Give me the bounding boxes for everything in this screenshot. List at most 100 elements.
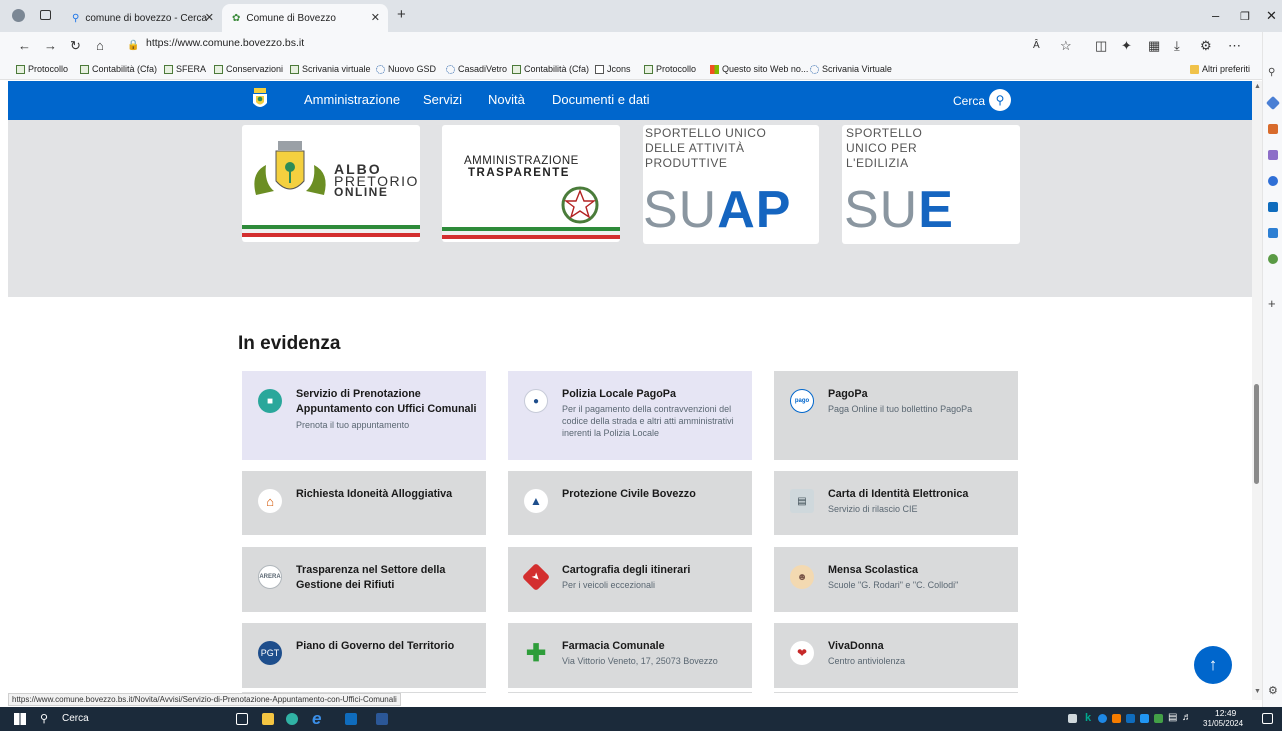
favorite-link[interactable]: SFERA: [164, 64, 206, 74]
nav-documenti[interactable]: Documenti e dati: [552, 92, 650, 107]
new-tab-button[interactable]: +: [397, 6, 406, 23]
card-pagopa[interactable]: pago PagoPa Paga Online il tuo bollettin…: [774, 371, 1018, 460]
scroll-down-arrow[interactable]: ▼: [1254, 688, 1261, 695]
sue-banner[interactable]: SPORTELLO UNICO PER L'EDILIZIA SUE: [842, 125, 1020, 244]
edge-taskbar-icon[interactable]: [286, 713, 298, 725]
favorite-star-icon[interactable]: ☆: [1060, 39, 1072, 53]
card-vivadonna[interactable]: ❤ VivaDonna Centro antiviolenza: [774, 623, 1018, 688]
favorite-link[interactable]: Contabilità (Cfa): [512, 64, 589, 74]
sidebar-app-icon[interactable]: [1265, 95, 1281, 111]
close-tab-icon[interactable]: ✕: [205, 11, 214, 24]
favorite-link[interactable]: Contabilità (Cfa): [80, 64, 157, 74]
card-cartografia[interactable]: ➤ Cartografia degli itinerari Per i veic…: [508, 547, 752, 612]
card-mensa-scolastica[interactable]: ☻ Mensa Scolastica Scuole "G. Rodari" e …: [774, 547, 1018, 612]
web-page: Amministrazione Servizi Novità Documenti…: [8, 81, 1252, 693]
card-polizia-pagopa[interactable]: ● Polizia Locale PagoPa Per il pagamento…: [508, 371, 752, 460]
collections-icon[interactable]: ▦: [1148, 39, 1160, 53]
card-prenotazione[interactable]: ■ Servizio di Prenotazione Appuntamento …: [242, 371, 486, 460]
kaspersky-icon[interactable]: k: [1085, 712, 1091, 724]
scroll-up-arrow[interactable]: ▲: [1254, 83, 1261, 90]
tab-search[interactable]: ⚲ comune di bovezzo - Cerca ✕: [62, 4, 222, 32]
favorite-link[interactable]: Questo sito Web no...: [710, 64, 808, 74]
tray-icon[interactable]: [1126, 714, 1135, 723]
sidebar-outlook-icon[interactable]: [1268, 202, 1278, 212]
notification-icon[interactable]: [1262, 713, 1273, 724]
taskbar-search-box[interactable]: Cerca: [62, 713, 89, 724]
albo-pretorio-banner[interactable]: ALBO PRETORIO ONLINE: [242, 125, 420, 242]
network-icon[interactable]: ▤: [1168, 712, 1177, 723]
sidebar-search-icon[interactable]: ⚲: [1268, 67, 1275, 78]
restore-icon[interactable]: ❐: [1240, 10, 1250, 23]
amministrazione-trasparente-banner[interactable]: AMMINISTRAZIONE TRASPARENTE: [442, 125, 620, 242]
sidebar-send-icon[interactable]: [1268, 228, 1278, 238]
tray-icon[interactable]: [1112, 714, 1121, 723]
favorite-link[interactable]: Conservazioni: [214, 64, 283, 74]
nav-novita[interactable]: Novità: [488, 92, 525, 107]
search-label[interactable]: Cerca: [953, 94, 985, 108]
outlook-taskbar-icon[interactable]: [345, 713, 357, 725]
card-partial[interactable]: [774, 692, 1018, 693]
sidebar-games-icon[interactable]: [1268, 150, 1278, 160]
other-favorites-folder[interactable]: Altri preferiti: [1190, 64, 1250, 74]
tab-comune[interactable]: ✿ Comune di Bovezzo ✕: [222, 4, 388, 32]
clock-date[interactable]: 31/05/2024: [1203, 719, 1243, 728]
favorite-link[interactable]: Scrivania virtuale: [290, 64, 371, 74]
tab-actions-icon[interactable]: [40, 10, 51, 20]
minimize-icon[interactable]: –: [1212, 8, 1219, 23]
clock-time[interactable]: 12:49: [1215, 708, 1236, 718]
nav-servizi[interactable]: Servizi: [423, 92, 462, 107]
favorite-link[interactable]: Protocollo: [644, 64, 696, 74]
sidebar-add-icon[interactable]: +: [1268, 296, 1276, 311]
close-tab-icon[interactable]: ✕: [371, 11, 380, 24]
sidebar-shopping-icon[interactable]: [1268, 124, 1278, 134]
read-aloud-icon[interactable]: Â: [1033, 39, 1040, 53]
suap-banner[interactable]: SPORTELLO UNICO DELLE ATTIVITÀ PRODUTTIV…: [643, 125, 819, 244]
sidebar-office-icon[interactable]: [1268, 176, 1278, 186]
favorite-link[interactable]: Jcons: [595, 64, 631, 74]
search-icon[interactable]: ⚲: [989, 89, 1011, 111]
file-explorer-icon[interactable]: [262, 713, 274, 725]
word-taskbar-icon[interactable]: [376, 713, 388, 725]
page-scrollbar[interactable]: ▲ ▼: [1252, 81, 1262, 700]
tray-icon[interactable]: [1140, 714, 1149, 723]
internet-explorer-icon[interactable]: e: [312, 709, 321, 729]
downloads-icon[interactable]: ⤓: [1174, 39, 1180, 53]
extensions-icon[interactable]: ⚙: [1200, 39, 1212, 53]
tray-icon[interactable]: [1154, 714, 1163, 723]
favorite-link[interactable]: Nuovo GSD: [376, 64, 436, 74]
tray-icon[interactable]: [1098, 714, 1107, 723]
favorite-link[interactable]: Protocollo: [16, 64, 68, 74]
card-farmacia[interactable]: ✚ Farmacia Comunale Via Vittorio Veneto,…: [508, 623, 752, 688]
refresh-icon[interactable]: ↻: [70, 39, 81, 53]
address-input[interactable]: https://www.comune.bovezzo.bs.it: [146, 37, 304, 49]
scrollbar-thumb[interactable]: [1254, 384, 1259, 484]
windows-start-icon[interactable]: [14, 713, 26, 725]
favorite-link[interactable]: CasadiVetro: [446, 64, 507, 74]
more-icon[interactable]: ⋯: [1228, 39, 1241, 53]
tray-app-icon[interactable]: [1068, 714, 1077, 723]
profile-icon[interactable]: [12, 9, 25, 22]
card-partial[interactable]: [508, 692, 752, 693]
card-trasparenza-rifiuti[interactable]: ARERA Trasparenza nel Settore della Gest…: [242, 547, 486, 612]
nav-amministrazione[interactable]: Amministrazione: [304, 92, 400, 107]
split-screen-icon[interactable]: ◫: [1095, 39, 1107, 53]
volume-icon[interactable]: ♬: [1182, 712, 1192, 723]
close-window-icon[interactable]: ✕: [1266, 8, 1277, 24]
forward-icon[interactable]: →: [44, 39, 57, 53]
card-pgt[interactable]: PGT Piano di Governo del Territorio: [242, 623, 486, 688]
sidebar-site-icon[interactable]: [1268, 254, 1278, 264]
pgt-icon: PGT: [258, 641, 282, 665]
windows-taskbar: ⚲ Cerca e k ▤ ♬ 12:49 31/05/2024: [0, 707, 1282, 731]
favorite-link[interactable]: Scrivania Virtuale: [810, 64, 892, 74]
back-to-top-button[interactable]: ↑: [1194, 646, 1232, 684]
coat-of-arms-logo[interactable]: [250, 88, 270, 112]
card-protezione-civile[interactable]: ▲ Protezione Civile Bovezzo: [508, 471, 752, 535]
back-icon[interactable]: ←: [18, 39, 31, 53]
card-idoneita-alloggiativa[interactable]: ⌂ Richiesta Idoneità Alloggiativa: [242, 471, 486, 535]
card-carta-identita[interactable]: ▤ Carta di Identità Elettronica Servizio…: [774, 471, 1018, 535]
sidebar-settings-icon[interactable]: ⚙: [1268, 684, 1278, 697]
favorites-icon[interactable]: ✦: [1121, 39, 1132, 53]
task-view-icon[interactable]: [236, 713, 248, 725]
trasparente-line1: AMMINISTRAZIONE: [464, 155, 579, 167]
home-icon[interactable]: ⌂: [96, 39, 104, 53]
